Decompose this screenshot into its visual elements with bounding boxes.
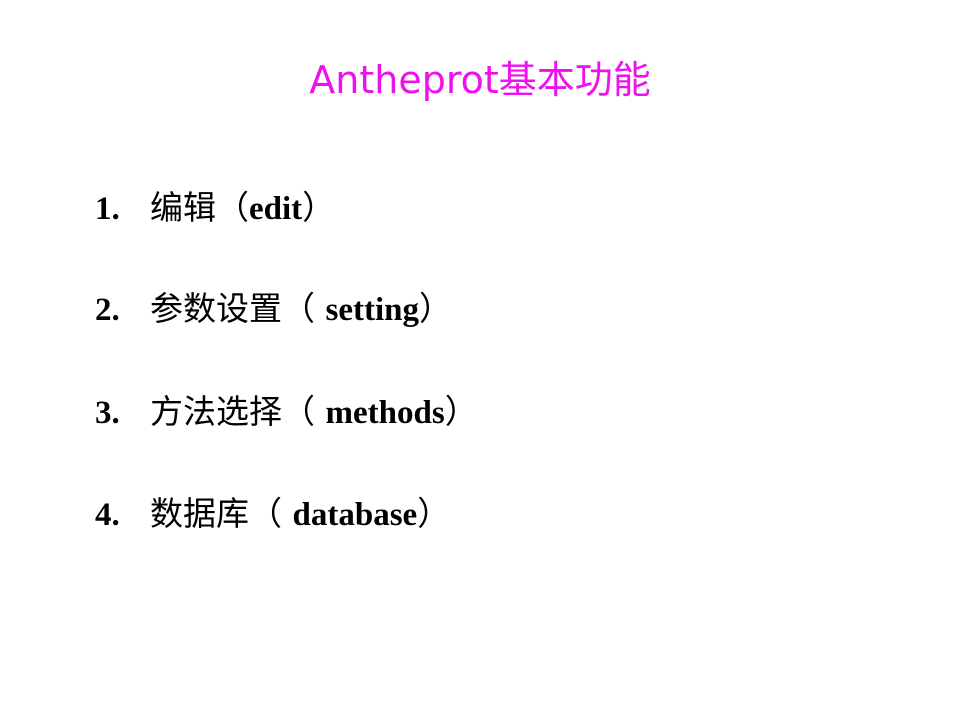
item-label-cn: 数据库（ bbox=[150, 494, 293, 533]
item-label-cn: 编辑（ bbox=[150, 188, 249, 227]
item-label-cn: 方法选择（ bbox=[150, 392, 326, 431]
item-label-en: methods bbox=[325, 395, 445, 431]
list-item-database: 4. 数据库（ database） bbox=[95, 489, 450, 539]
list-item-edit: 1. 编辑（edit） bbox=[95, 183, 335, 233]
list-item-methods: 3. 方法选择（ methods） bbox=[95, 387, 478, 437]
item-label-cn: 参数设置（ bbox=[150, 289, 326, 328]
item-close-paren: ） bbox=[419, 289, 452, 328]
list-item-setting: 2. 参数设置（ setting） bbox=[95, 284, 452, 334]
item-label-en: setting bbox=[325, 292, 420, 328]
item-close-paren: ） bbox=[302, 188, 336, 227]
slide: Antheprot基本功能 1. 编辑（edit） 2. 参数设置（ setting… bbox=[0, 0, 960, 720]
feature-list: 1. 编辑（edit） 2. 参数设置（ setting） 3. 方法选择（ meth… bbox=[95, 0, 915, 720]
item-label-en: database bbox=[292, 497, 418, 533]
item-number: 3. bbox=[95, 395, 120, 431]
item-close-paren: ） bbox=[444, 392, 478, 431]
item-number: 2. bbox=[95, 292, 120, 328]
item-number: 1. bbox=[95, 191, 120, 227]
item-label-en: edit bbox=[249, 191, 303, 227]
item-number: 4. bbox=[95, 497, 120, 533]
item-close-paren: ） bbox=[417, 494, 451, 533]
